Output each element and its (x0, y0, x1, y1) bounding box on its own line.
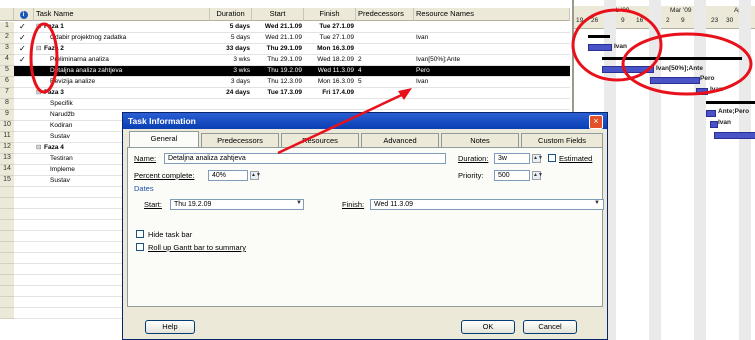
annotation-ellipse-checks (29, 22, 59, 94)
annotation-ellipse-gantt-bars (621, 32, 753, 96)
annotation-arrow-line (277, 90, 409, 155)
annotation-arrow-head (398, 88, 412, 100)
annotation-ellipse-gantt-start (571, 8, 663, 82)
annotation-overlay (29, 8, 753, 155)
